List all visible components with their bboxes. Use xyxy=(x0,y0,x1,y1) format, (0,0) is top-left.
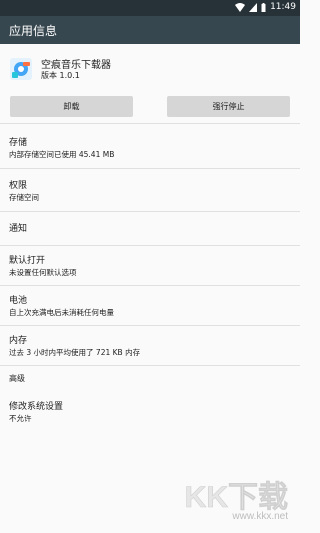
battery-label: 电池 xyxy=(9,296,28,306)
divider xyxy=(0,245,300,246)
watermark: KK下载 www.kkx.net xyxy=(184,481,288,521)
open-by-default-label: 默认打开 xyxy=(9,256,46,266)
permissions-value: 存储空间 xyxy=(9,193,39,202)
clock-text: 11:49 xyxy=(270,2,296,12)
notifications-item[interactable]: 通知 xyxy=(0,214,300,244)
memory-label: 内存 xyxy=(9,336,28,346)
watermark-url: www.kkx.net xyxy=(231,511,288,521)
permissions-label: 权限 xyxy=(9,181,28,191)
app-name: 空痕音乐下载器 xyxy=(41,60,111,71)
signal-icon xyxy=(249,2,258,12)
modify-system-settings-item[interactable]: 修改系统设置 不允许 xyxy=(0,393,300,429)
memory-item[interactable]: 内存 过去 3 小时内平均使用了 721 KB 内存 xyxy=(0,327,300,363)
app-version: 版本 1.0.1 xyxy=(41,71,80,80)
page-title: 应用信息 xyxy=(9,24,58,38)
status-bar: 11:49 xyxy=(0,0,300,16)
battery-value: 自上次充满电后未消耗任何电量 xyxy=(9,308,114,317)
divider xyxy=(0,123,300,124)
modify-settings-value: 不允许 xyxy=(9,414,32,423)
storage-value: 内部存储空间已使用 45.41 MB xyxy=(9,150,115,159)
battery-icon xyxy=(261,2,266,12)
status-bar-right: 11:49 xyxy=(235,2,296,12)
notifications-label: 通知 xyxy=(9,224,28,234)
wifi-icon xyxy=(235,2,246,12)
advanced-item[interactable]: 高级 xyxy=(0,366,300,394)
advanced-label: 高级 xyxy=(9,374,25,383)
storage-item[interactable]: 存储 内部存储空间已使用 45.41 MB xyxy=(0,129,300,165)
divider xyxy=(0,211,300,212)
open-by-default-value: 未设置任何默认选项 xyxy=(9,268,77,277)
divider xyxy=(0,168,300,169)
open-by-default-item[interactable]: 默认打开 未设置任何默认选项 xyxy=(0,247,300,283)
modify-settings-label: 修改系统设置 xyxy=(9,402,64,412)
divider xyxy=(0,325,300,326)
storage-label: 存储 xyxy=(9,138,28,148)
app-bar: 应用信息 xyxy=(0,16,300,44)
uninstall-button[interactable]: 卸载 xyxy=(10,96,133,117)
app-info-content: 空痕音乐下载器 版本 1.0.1 卸载 强行停止 存储 内部存储空间已使用 45… xyxy=(0,44,300,533)
app-header: 空痕音乐下载器 版本 1.0.1 xyxy=(10,56,290,86)
divider xyxy=(0,285,300,286)
battery-item[interactable]: 电池 自上次充满电后未消耗任何电量 xyxy=(0,287,300,323)
force-stop-button[interactable]: 强行停止 xyxy=(167,96,290,117)
watermark-main: KK下载 xyxy=(185,481,288,514)
permissions-item[interactable]: 权限 存储空间 xyxy=(0,172,300,208)
memory-value: 过去 3 小时内平均使用了 721 KB 内存 xyxy=(9,348,141,357)
app-icon xyxy=(10,58,32,80)
